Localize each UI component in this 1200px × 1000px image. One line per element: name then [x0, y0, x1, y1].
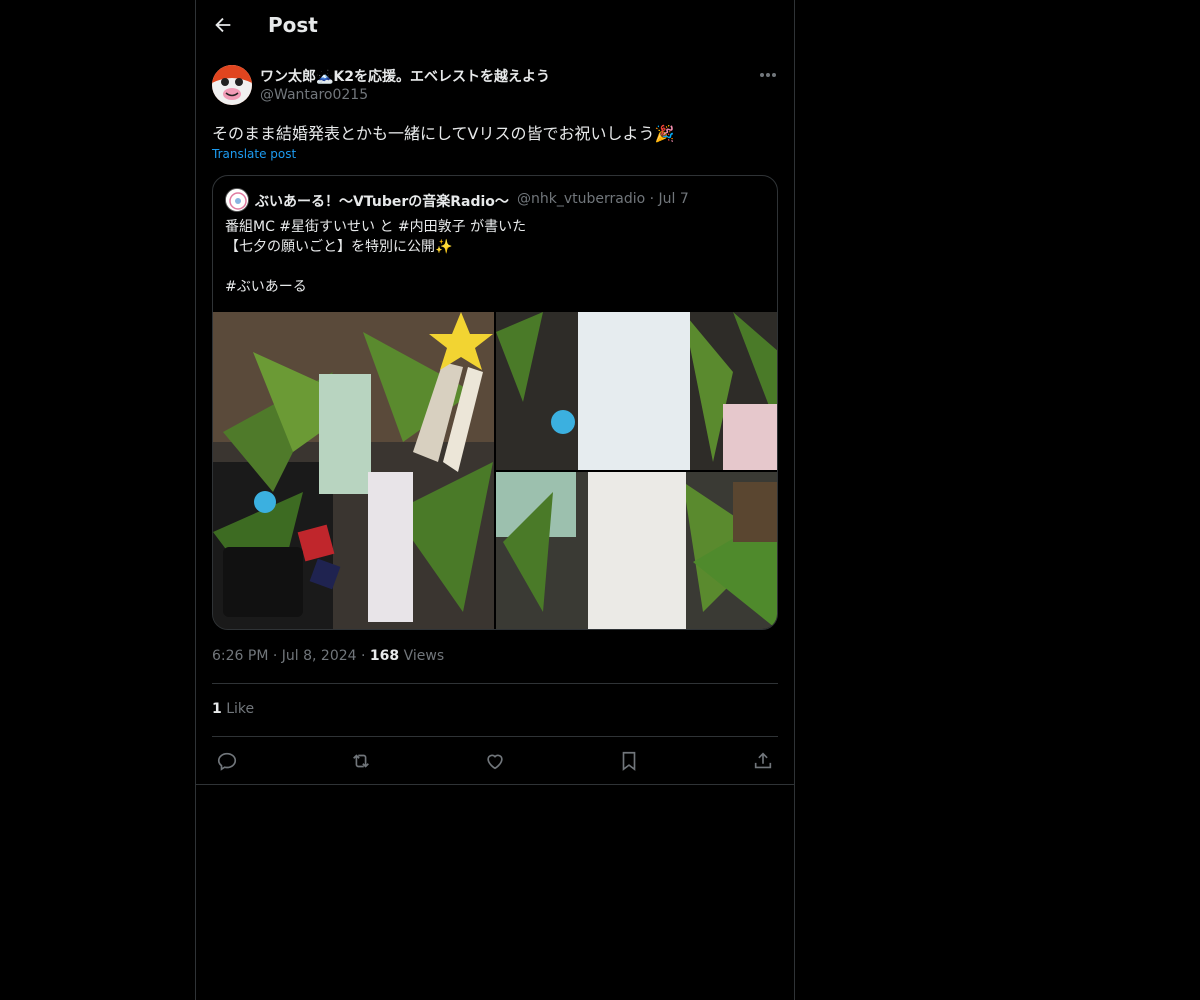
divider [212, 736, 778, 737]
quoted-text-line: 番組MC #星街すいせい と #内田敦子 が書いた [225, 219, 527, 235]
quoted-author-name[interactable]: ぶいあーる！〜VTuberの音楽Radio〜 [255, 191, 509, 211]
quoted-post-date[interactable]: Jul 7 [659, 191, 689, 207]
post-column: Post ワン太郎🗻K2を応援。エベレストを越えよう @Wantaro0215 … [195, 0, 795, 1000]
quoted-text-line: #ぶいあーる [225, 279, 307, 295]
bookmark-icon[interactable] [618, 750, 642, 774]
separator-dot: · [649, 191, 659, 207]
reply-icon[interactable] [216, 750, 240, 774]
likes-count: 1 [212, 701, 222, 717]
media-photo-3[interactable] [496, 472, 778, 630]
likes-label: Like [226, 701, 255, 717]
media-photo-2[interactable] [496, 312, 778, 470]
quoted-author-meta: @nhk_vtuberradio · Jul 7 [517, 191, 689, 207]
divider [212, 683, 778, 684]
translate-post-link[interactable]: Translate post [212, 147, 296, 161]
quoted-text-line: 【七夕の願いごと】を特別に公開✨ [225, 239, 453, 255]
separator-dot: · [361, 648, 370, 664]
views-label: Views [403, 648, 445, 664]
post-date[interactable]: Jul 8, 2024 [282, 648, 357, 664]
media-photo-1[interactable] [213, 312, 494, 630]
author-name[interactable]: ワン太郎🗻K2を応援。エベレストを越えよう [260, 66, 550, 86]
quoted-media-grid[interactable] [213, 312, 778, 630]
back-arrow-icon[interactable] [212, 14, 234, 36]
page-header: Post [196, 0, 794, 53]
more-options-icon[interactable] [754, 64, 782, 86]
post-meta: 6:26 PM · Jul 8, 2024 · 168 Views [212, 648, 444, 664]
quoted-post-text: 番組MC #星街すいせい と #内田敦子 が書いた 【七夕の願いごと】を特別に公… [225, 217, 526, 297]
quoted-post[interactable]: ぶいあーる！〜VTuberの音楽Radio〜 @nhk_vtuberradio … [212, 175, 778, 630]
post-time[interactable]: 6:26 PM [212, 648, 268, 664]
repost-icon[interactable] [350, 750, 374, 774]
quoted-text-line [225, 257, 526, 277]
post-text: そのまま結婚発表とかも一緒にしてVリスの皆でお祝いしよう🎉 [212, 124, 675, 143]
divider [196, 784, 794, 785]
like-heart-icon[interactable] [484, 750, 508, 774]
quoted-author-handle[interactable]: @nhk_vtuberradio [517, 191, 645, 207]
author-handle[interactable]: @Wantaro0215 [260, 87, 368, 103]
page-title: Post [268, 13, 318, 37]
quoted-author-avatar[interactable] [225, 188, 249, 212]
author-avatar[interactable] [212, 65, 252, 105]
likes-count-link[interactable]: 1 Like [212, 701, 254, 717]
separator-dot: · [272, 648, 282, 664]
views-count: 168 [369, 648, 400, 664]
share-icon[interactable] [752, 750, 776, 774]
